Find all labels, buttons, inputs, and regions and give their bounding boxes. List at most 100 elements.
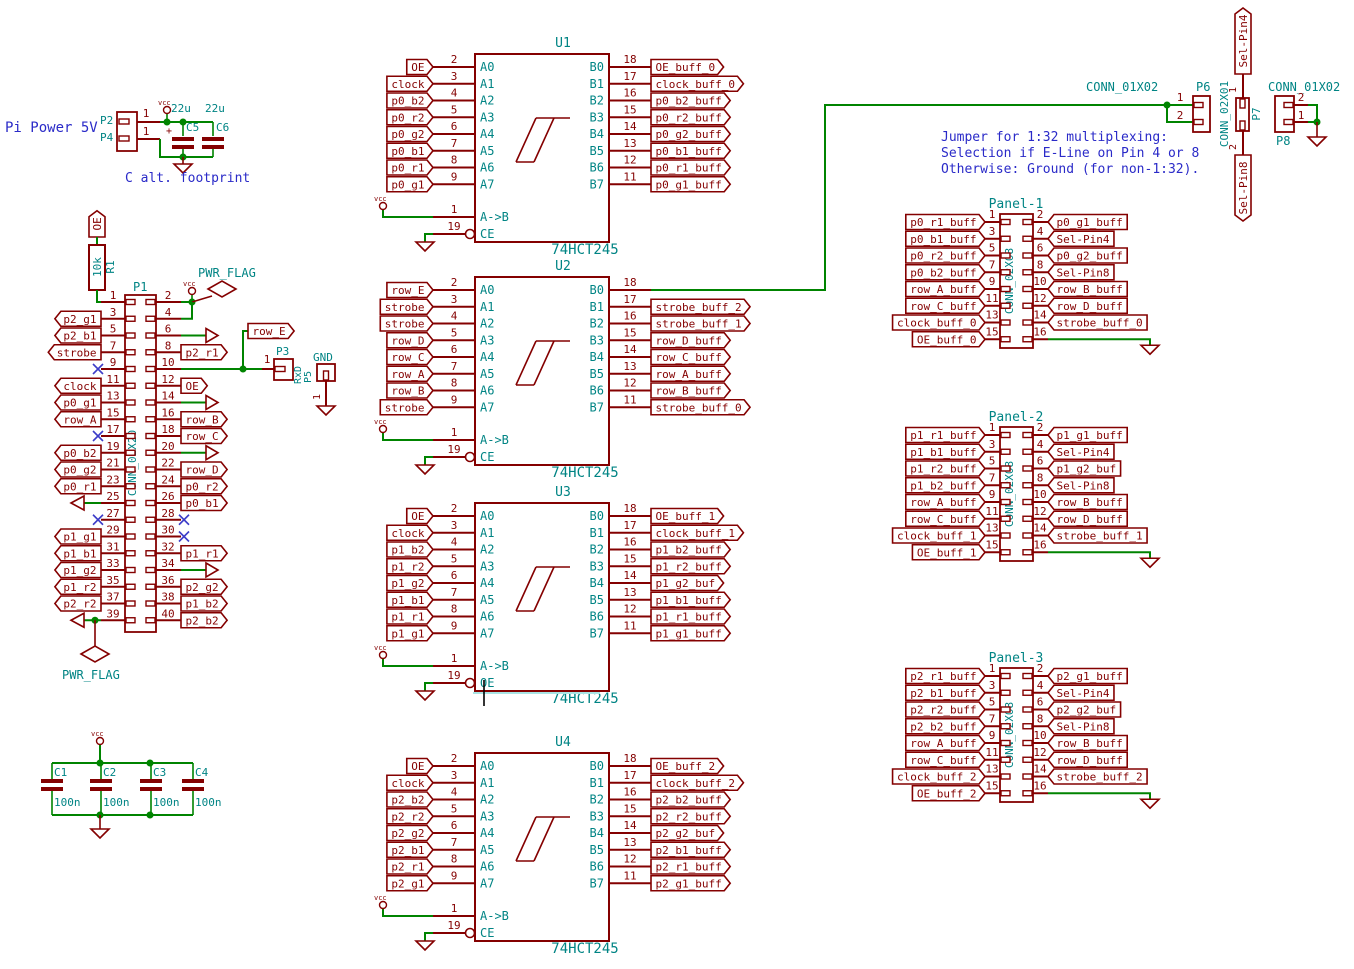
net-label[interactable]: p0_r1_buff: [906, 215, 985, 230]
net-label[interactable]: p0_g1: [55, 395, 101, 410]
net-label[interactable]: p0_g2_buff: [651, 127, 730, 142]
net-label[interactable]: clock_buff_1: [651, 525, 743, 540]
net-label[interactable]: strobe_buff_1: [1048, 528, 1147, 543]
net-label[interactable]: row_C_buff: [651, 350, 730, 365]
net-label[interactable]: clock: [387, 76, 433, 91]
connector-panel-1[interactable]: Panel-1CONN_02X081p0_r1_buff3p0_b1_buff5…: [893, 197, 1159, 354]
net-label[interactable]: p2_r2: [387, 809, 433, 824]
connector-panel-3[interactable]: Panel-3CONN_02X081p2_r1_buff3p2_b1_buff5…: [893, 651, 1159, 808]
wire[interactable]: [425, 683, 433, 691]
net-label[interactable]: row_D: [387, 333, 433, 348]
net-label[interactable]: p2_g2: [387, 826, 433, 841]
ic-u2[interactable]: U274HCT2452A0row_E3A1strobe4A2strobe5A3r…: [374, 259, 750, 481]
net-label[interactable]: p1_g2_buf: [1048, 461, 1121, 476]
net-label[interactable]: strobe: [380, 299, 433, 314]
gnd-symbol[interactable]: [416, 242, 434, 251]
net-label[interactable]: p0_g1: [387, 177, 433, 192]
net-label[interactable]: p1_r1: [387, 609, 433, 624]
wire[interactable]: [192, 296, 212, 302]
net-label[interactable]: p0_r2_buff: [906, 248, 985, 263]
net-label[interactable]: p0_b1_buff: [651, 143, 730, 158]
net-label[interactable]: p2_b2_buff: [906, 719, 985, 734]
net-label[interactable]: p0_r2: [181, 479, 227, 494]
wire[interactable]: [383, 433, 433, 440]
gnd-symbol[interactable]: [416, 941, 434, 950]
wire[interactable]: [383, 659, 433, 666]
vcc-symbol[interactable]: vcc: [158, 99, 171, 114]
gnd-symbol[interactable]: [1141, 799, 1159, 808]
connector-p8-body[interactable]: [1275, 96, 1294, 132]
unconnected-arrow-flag[interactable]: [206, 563, 218, 577]
net-label[interactable]: OE: [89, 211, 105, 237]
net-label[interactable]: clock: [387, 525, 433, 540]
net-label[interactable]: row_C_buff: [906, 752, 985, 767]
net-label[interactable]: OE_buff_1: [912, 545, 985, 560]
net-label[interactable]: OE: [181, 378, 207, 393]
net-label[interactable]: p0_b2: [55, 445, 101, 460]
net-label[interactable]: OE: [407, 60, 433, 75]
connector-panel-2[interactable]: Panel-2CONN_02X081p1_r1_buff3p1_b1_buff5…: [893, 410, 1159, 567]
net-label[interactable]: p0_r1: [387, 160, 433, 175]
net-label[interactable]: p0_b1: [387, 143, 433, 158]
net-label[interactable]: p0_b2: [387, 93, 433, 108]
net-label[interactable]: row_A_buff: [906, 736, 985, 751]
net-label[interactable]: p0_r1: [55, 479, 101, 494]
net-label[interactable]: p0_r2_buff: [651, 110, 730, 125]
wire[interactable]: [1048, 552, 1150, 558]
gnd-symbol[interactable]: [1308, 137, 1326, 146]
net-label[interactable]: row_A_buff: [906, 495, 985, 510]
net-label[interactable]: p1_g1: [387, 626, 433, 641]
net-label[interactable]: p2_b2_buff: [651, 792, 730, 807]
net-label[interactable]: p1_r1_buff: [651, 609, 730, 624]
vcc-symbol[interactable]: vcc: [183, 280, 196, 295]
net-label[interactable]: p0_b1: [181, 496, 227, 511]
wire[interactable]: [1048, 339, 1150, 345]
net-label[interactable]: p2_b1_buff: [651, 842, 730, 857]
net-label[interactable]: Sel-Pin8: [1048, 719, 1114, 734]
net-label[interactable]: p1_b1: [55, 546, 101, 561]
vcc-symbol[interactable]: vcc: [374, 195, 387, 210]
power-flag[interactable]: PWR_FLAG: [62, 646, 120, 682]
net-label[interactable]: p0_g1_buff: [651, 177, 730, 192]
net-label[interactable]: p1_r2_buff: [906, 461, 985, 476]
connector-p1[interactable]: P1CONN_02X2013p2_g15p2_b17strobe911clock…: [48, 266, 294, 682]
net-label[interactable]: p1_b2: [387, 542, 433, 557]
unconnected-arrow-flag[interactable]: [206, 329, 218, 343]
net-label[interactable]: p1_b2_buff: [651, 542, 730, 557]
net-label[interactable]: row_C_buff: [906, 298, 985, 313]
net-label[interactable]: row_B: [387, 383, 433, 398]
net-label[interactable]: p1_b2: [181, 596, 227, 611]
net-label[interactable]: p1_g1_buff: [651, 626, 730, 641]
net-label[interactable]: clock_buff_2: [651, 775, 743, 790]
net-label[interactable]: p2_b1_buff: [906, 685, 985, 700]
net-label[interactable]: strobe_buff_0: [1048, 315, 1147, 330]
net-label[interactable]: row_B: [181, 412, 227, 427]
vcc-symbol[interactable]: vcc: [374, 644, 387, 659]
net-label[interactable]: OE_buff_0: [912, 332, 985, 347]
net-label[interactable]: OE_buff_2: [651, 759, 724, 774]
net-label[interactable]: p2_g2_buf: [1048, 702, 1121, 717]
gnd-symbol[interactable]: [416, 465, 434, 474]
net-label[interactable]: row_E: [248, 324, 294, 339]
net-label[interactable]: row_B_buff: [1048, 736, 1127, 751]
net-label[interactable]: p1_b2_buff: [906, 478, 985, 493]
gnd-symbol[interactable]: [416, 691, 434, 700]
connector-p6-body[interactable]: [1193, 96, 1210, 132]
net-label[interactable]: p1_r1: [181, 546, 227, 561]
net-label[interactable]: clock: [387, 775, 433, 790]
net-label[interactable]: row_D: [181, 462, 227, 477]
net-label[interactable]: Sel-Pin8: [1048, 478, 1114, 493]
net-label[interactable]: p2_b2: [181, 613, 227, 628]
unconnected-arrow-flag[interactable]: [206, 446, 218, 460]
net-label[interactable]: p2_r1_buff: [651, 859, 730, 874]
net-label[interactable]: row_A: [55, 412, 101, 427]
net-label[interactable]: row_D_buff: [1048, 511, 1127, 526]
net-label[interactable]: Sel-Pin4: [1235, 8, 1251, 74]
net-label[interactable]: p1_r2: [387, 559, 433, 574]
net-label[interactable]: Sel-Pin8: [1235, 155, 1251, 221]
net-label[interactable]: strobe_buff_1: [651, 316, 750, 331]
net-label[interactable]: p1_r1_buff: [906, 428, 985, 443]
net-label[interactable]: row_D_buff: [1048, 298, 1127, 313]
net-label[interactable]: p0_b2_buff: [906, 265, 985, 280]
net-label[interactable]: p2_g1_buff: [1048, 669, 1127, 684]
